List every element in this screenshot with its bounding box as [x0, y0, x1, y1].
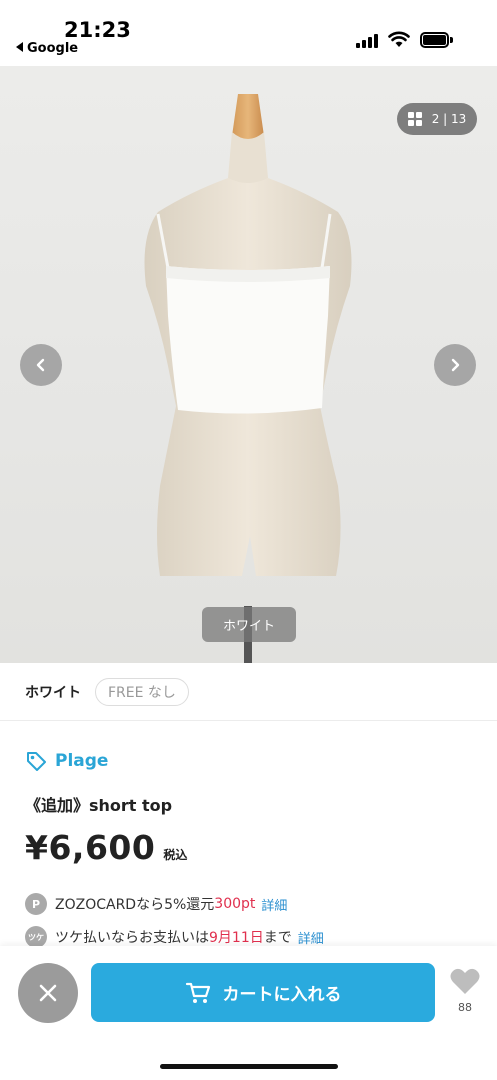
chevron-right-icon: [451, 358, 460, 372]
price-amount: ¥6,600: [25, 828, 156, 867]
wifi-icon: [388, 31, 410, 47]
image-color-tag: ホワイト: [202, 607, 296, 642]
add-to-cart-button[interactable]: カートに入れる: [91, 963, 435, 1022]
tsuke-detail-link[interactable]: 詳細: [298, 928, 324, 947]
price: ¥6,600 税込: [25, 828, 187, 867]
close-button[interactable]: [18, 963, 78, 1023]
brand-link[interactable]: Plage: [25, 750, 108, 772]
favorite-count: 88: [458, 1001, 472, 1014]
bottom-action-bar: カートに入れる 88: [0, 946, 497, 1080]
tax-label: 税込: [163, 848, 188, 862]
next-image-button[interactable]: [434, 344, 476, 386]
image-counter-current: 2: [431, 112, 440, 126]
previous-image-button[interactable]: [20, 344, 62, 386]
back-triangle-icon: [16, 42, 23, 52]
variant-row: ホワイト FREE なし: [0, 663, 497, 721]
zozocard-detail-link[interactable]: 詳細: [261, 895, 287, 914]
tsuke-text-1: ツケ払いならお支払いは: [55, 930, 209, 946]
back-app-label: Google: [27, 41, 79, 56]
cellular-signal-icon: [356, 34, 382, 48]
favorite-button[interactable]: 88: [447, 968, 483, 1014]
zozo-point-icon: P: [25, 893, 47, 915]
product-title: 《追加》short top: [25, 796, 173, 815]
add-to-cart-label: カートに入れる: [222, 985, 342, 1005]
back-to-app-link[interactable]: Google: [16, 41, 78, 56]
chevron-left-icon: [36, 358, 45, 372]
product-photo: [144, 94, 352, 663]
tsuke-text-2: まで: [263, 930, 292, 946]
cart-icon: [185, 982, 210, 1003]
tag-icon: [27, 752, 46, 771]
image-counter-separator: |: [443, 112, 448, 126]
zozocard-info: P ZOZOCARDなら5%還元 300pt 詳細: [25, 893, 287, 915]
brand-name: Plage: [55, 751, 109, 771]
home-indicator: [160, 1064, 338, 1069]
zozocard-text: ZOZOCARDなら5%還元: [55, 897, 215, 913]
image-counter-button[interactable]: 2 | 13: [397, 103, 477, 135]
grid-view-icon: [407, 112, 422, 126]
battery-icon: [420, 32, 453, 48]
close-icon: [39, 984, 57, 1002]
product-image-carousel[interactable]: 2 | 13 ホワイト: [0, 66, 497, 663]
tsuke-date: 9月11日: [209, 930, 264, 946]
heart-icon: [450, 968, 480, 994]
tsuke-info: ツケ ツケ払いならお支払いは 9月11日 まで 詳細: [25, 926, 324, 948]
tsuke-icon: ツケ: [25, 926, 47, 948]
status-time: 21:23: [64, 18, 131, 42]
zozocard-points: 300pt: [214, 896, 256, 912]
size-chip[interactable]: FREE なし: [95, 677, 189, 706]
image-counter-total: 13: [451, 112, 467, 126]
variant-color-label: ホワイト: [25, 684, 81, 701]
status-bar: 21:23 Google: [0, 0, 497, 66]
